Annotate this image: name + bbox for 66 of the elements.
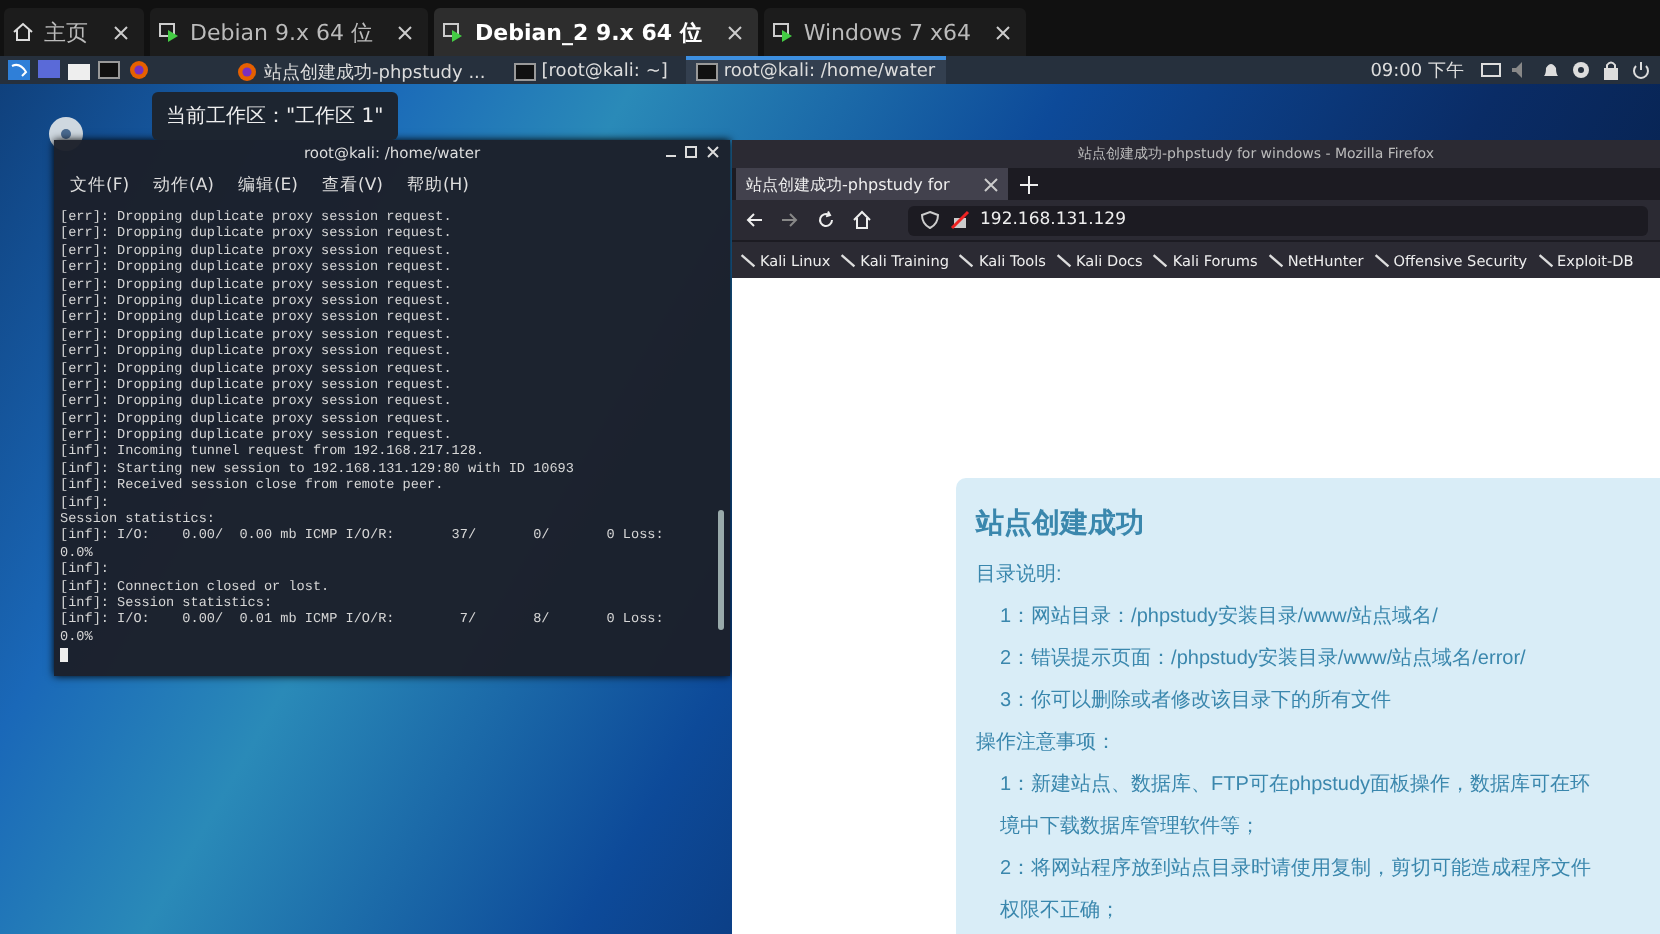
- vm-icon: [158, 22, 180, 42]
- kali-menu-icon[interactable]: [8, 60, 30, 80]
- settings-icon[interactable]: [1570, 60, 1592, 80]
- list-item: 1：新建站点、数据库、FTP可在phpstudy面板操作，数据库可在环: [1000, 771, 1591, 800]
- menu-item[interactable]: 编辑(E): [237, 174, 298, 198]
- desktop-icon[interactable]: [38, 60, 60, 80]
- list-item: 1：网站目录：/phpstudy安装目录/www/站点域名/: [1000, 603, 1438, 632]
- address-bar[interactable]: 192.168.131.129: [908, 205, 1648, 235]
- bookmark-icon: [1537, 252, 1554, 268]
- vm-tab[interactable]: Windows 7 x64: [763, 8, 1027, 56]
- home-icon: [12, 22, 34, 42]
- list-item: 2：错误提示页面：/phpstudy安装目录/www/站点域名/error/: [1000, 645, 1526, 674]
- reload-icon[interactable]: [816, 210, 836, 230]
- vm-tab[interactable]: Debian_2 9.x 64 位: [434, 8, 758, 56]
- browser-icon: [236, 62, 258, 82]
- vm-tab[interactable]: Debian 9.x 64 位: [150, 8, 429, 56]
- new-tab-icon[interactable]: [1020, 175, 1038, 193]
- vm-icon: [442, 22, 465, 42]
- bookmark-icon: [1373, 252, 1390, 268]
- window-controls-icon[interactable]: [662, 144, 722, 160]
- close-icon[interactable]: [114, 25, 128, 39]
- list-item: 2：将网站程序放到站点目录时请使用复制，剪切可能造成程序文件: [1000, 855, 1592, 884]
- lock-icon[interactable]: [1600, 60, 1622, 80]
- scrollbar[interactable]: [718, 510, 724, 630]
- clock: 09:00 下午: [1370, 59, 1464, 83]
- menu-item[interactable]: 文件(F): [70, 174, 130, 198]
- page-title: 站点创建成功: [976, 506, 1146, 544]
- vm-icon: [771, 22, 794, 42]
- bell-icon[interactable]: [1540, 60, 1562, 80]
- browser-tab[interactable]: 站点创建成功-phpstudy for: [736, 168, 1008, 200]
- vm-tab[interactable]: 主页: [4, 8, 144, 56]
- folder-icon[interactable]: [68, 60, 90, 80]
- cursor-icon: [60, 648, 68, 663]
- taskbar-window[interactable]: 站点创建成功-phpstudy ...: [226, 56, 496, 84]
- home-icon[interactable]: [852, 210, 872, 230]
- bookmark-icon: [1055, 252, 1072, 268]
- section-heading: 目录说明:: [976, 562, 1062, 590]
- menu-item[interactable]: 动作(A): [153, 174, 214, 198]
- close-icon[interactable]: [727, 25, 742, 39]
- taskbar-window[interactable]: [root@kali: ~]: [503, 56, 678, 84]
- bookmark-icon: [1267, 252, 1284, 268]
- close-icon[interactable]: [984, 177, 998, 191]
- browser-icon[interactable]: [128, 60, 150, 80]
- shield-icon: [920, 210, 940, 230]
- power-icon[interactable]: [1630, 60, 1652, 80]
- list-item: 境中下载数据库管理软件等；: [1000, 813, 1260, 842]
- bookmark-icon: [958, 252, 975, 268]
- menu-item[interactable]: 查看(V): [322, 174, 383, 198]
- close-icon[interactable]: [398, 25, 413, 39]
- menu-item[interactable]: 帮助(H): [406, 174, 469, 198]
- terminal-icon: [695, 62, 718, 82]
- bookmark-icon: [840, 252, 857, 268]
- list-item: 3：你可以删除或者修改该目录下的所有文件: [1000, 687, 1392, 716]
- workspace-tooltip: 当前工作区："工作区 1": [152, 92, 398, 140]
- back-icon[interactable]: [744, 210, 764, 230]
- insecure-lock-icon: [950, 210, 970, 230]
- section-heading: 操作注意事项：: [976, 729, 1116, 758]
- display-icon[interactable]: [1480, 60, 1502, 80]
- close-icon[interactable]: [996, 25, 1011, 39]
- bookmark-icon: [740, 252, 756, 268]
- taskbar-window[interactable]: root@kali: /home/water: [685, 56, 946, 84]
- list-item: 权限不正确；: [1000, 897, 1120, 926]
- terminal-icon: [513, 62, 536, 82]
- forward-icon[interactable]: [780, 210, 800, 230]
- terminal-icon[interactable]: [98, 60, 120, 80]
- bookmark-icon: [1152, 252, 1169, 268]
